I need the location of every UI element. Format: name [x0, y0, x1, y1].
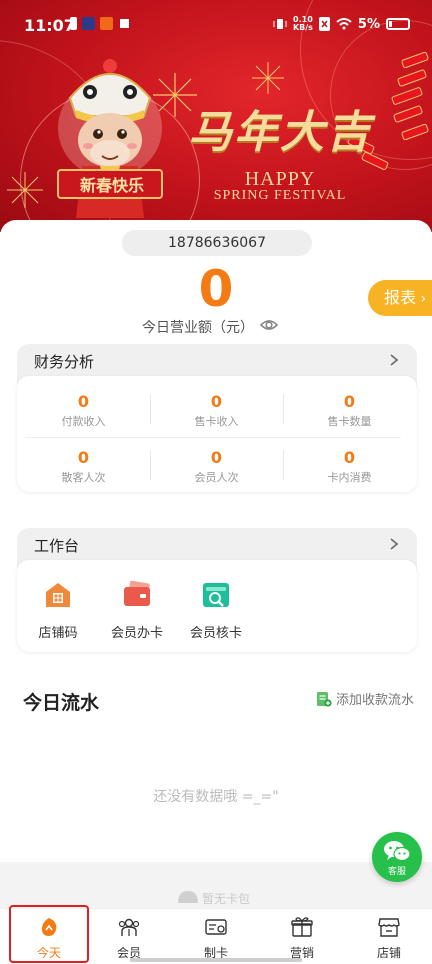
report-button-label: 报表	[384, 288, 417, 307]
store-code-icon	[46, 583, 70, 607]
divider	[25, 437, 401, 438]
tab-members[interactable]: 会员	[86, 909, 172, 964]
mascot-sign-text: 新春快乐	[79, 176, 144, 195]
members-icon	[118, 918, 140, 936]
stat-walkin-visits[interactable]: 0 散客人次	[17, 448, 150, 485]
tab-label: 店铺	[376, 946, 401, 960]
divider	[283, 450, 284, 480]
shop-icon	[378, 918, 400, 937]
eye-icon[interactable]	[260, 316, 278, 334]
selected-tab-highlight	[9, 905, 89, 963]
card-package-icon	[178, 891, 198, 903]
add-payment-flow-button[interactable]: 添加收款流水	[316, 689, 414, 708]
status-bar: 11:07 0.10 KB/s 5%	[0, 0, 432, 50]
home-indicator[interactable]	[130, 958, 302, 962]
workbench-item-verify-card[interactable]: 会员核卡	[176, 580, 256, 641]
tab-shop[interactable]: 店铺	[346, 909, 432, 964]
workbench-title: 工作台	[34, 537, 80, 555]
battery-percent: 5%	[357, 16, 380, 32]
divider	[150, 450, 151, 480]
divider	[283, 394, 284, 424]
finance-stats: 0 付款收入 0 售卡收入 0 售卡数量 0 散客人次 0 会员人次 0 卡内消费	[17, 376, 417, 492]
today-flow-title: 今日流水	[23, 692, 100, 714]
horse-mascot-illustration	[57, 59, 163, 218]
finance-analysis-header[interactable]: 财务分析	[17, 344, 417, 376]
customer-service-button[interactable]: 客服	[372, 832, 422, 882]
workbench-items: 店铺码 会员办卡 会员核卡	[17, 560, 417, 652]
revenue-amount: 0	[198, 260, 234, 318]
workbench-item-member-card[interactable]: 会员办卡	[97, 580, 177, 641]
stat-member-visits[interactable]: 0 会员人次	[150, 448, 283, 485]
chevron-right-icon	[390, 538, 399, 550]
new-year-banner: 新春快乐 马年大吉 HAPPY SPRING FESTIVAL 11:07 0.…	[0, 0, 432, 232]
firework-decoration	[7, 172, 43, 208]
sim-x-icon	[318, 17, 330, 31]
divider	[150, 394, 151, 424]
banner-spring-festival-text: SPRING FESTIVAL	[213, 188, 347, 203]
stat-cards-sold[interactable]: 0 售卡数量	[283, 392, 416, 429]
add-record-icon	[317, 691, 332, 707]
add-payment-flow-label: 添加收款流水	[336, 693, 415, 708]
banner-title: 马年大吉	[188, 107, 372, 158]
app-notification-icon	[100, 17, 113, 30]
workbench-header[interactable]: 工作台	[17, 528, 417, 560]
account-phone[interactable]: 18786636067	[122, 230, 312, 256]
app-notification-icon	[118, 17, 131, 30]
member-card-icon	[124, 580, 150, 606]
verify-card-icon	[203, 583, 229, 607]
report-button[interactable]: 报表 ›	[368, 280, 432, 316]
finance-analysis-title: 财务分析	[34, 353, 95, 371]
customer-service-label: 客服	[387, 867, 406, 877]
notification-icons	[70, 17, 131, 30]
app-notification-icon	[82, 17, 95, 30]
battery-icon	[386, 18, 410, 30]
empty-state-text: 还没有数据哦 =_="	[153, 789, 279, 805]
firework-decoration	[252, 62, 284, 94]
system-status-icons: 0.10 KB/s 5%	[273, 16, 410, 32]
status-time: 11:07	[24, 16, 75, 35]
workbench-card: 工作台 店铺码 会员办卡 会员核卡	[17, 528, 417, 652]
gift-icon	[291, 917, 313, 937]
revenue-label: 今日营业额（元）	[142, 320, 254, 336]
wechat-icon	[384, 841, 411, 862]
stat-card-consumption[interactable]: 0 卡内消费	[283, 448, 416, 485]
tab-make-card[interactable]: 制卡	[173, 909, 259, 964]
workbench-item-store-code[interactable]: 店铺码	[18, 580, 98, 641]
tab-marketing[interactable]: 营销	[259, 909, 345, 964]
stat-payment-income[interactable]: 0 付款收入	[17, 392, 150, 429]
net-speed: 0.10 KB/s	[292, 15, 313, 32]
make-card-icon	[205, 919, 227, 935]
chevron-right-icon	[390, 354, 399, 366]
vibrate-icon	[273, 19, 287, 29]
stat-card-sales-income[interactable]: 0 售卡收入	[150, 392, 283, 429]
sim-icon	[70, 17, 77, 30]
finance-analysis-card: 财务分析 0 付款收入 0 售卡收入 0 售卡数量 0 散客人次 0 会员人次 0 卡内消费	[17, 344, 417, 492]
card-package-text: 暂无卡包	[202, 892, 251, 906]
wifi-icon	[336, 18, 352, 30]
